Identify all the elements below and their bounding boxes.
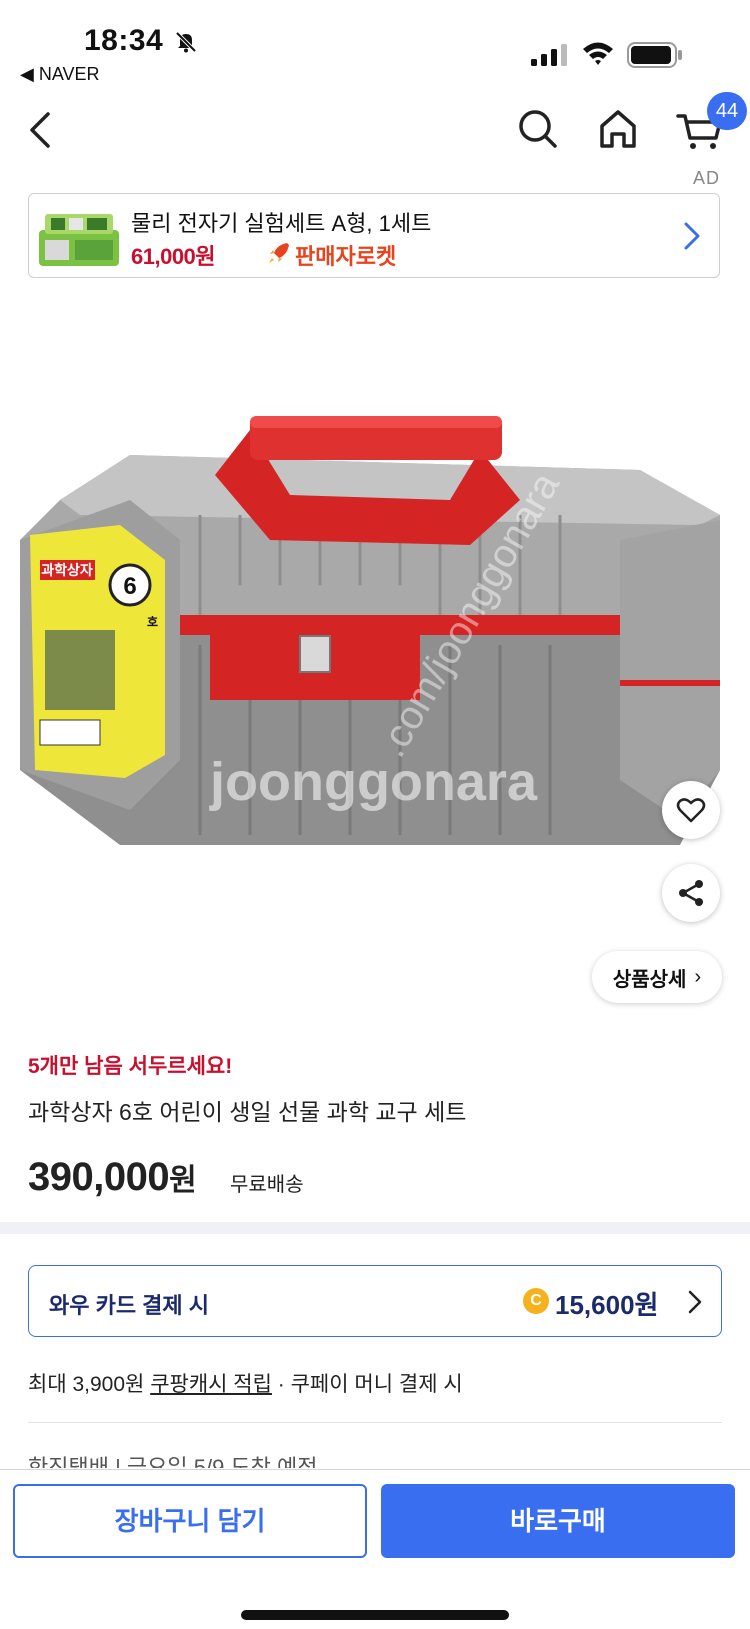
shipping-label: 무료배송 <box>230 1174 304 1196</box>
ad-product-price: 61,000원 <box>131 244 216 269</box>
bell-muted-icon <box>175 31 197 53</box>
ad-product-title: 물리 전자기 실험세트 A형, 1세트 <box>131 211 432 236</box>
buy-now-button[interactable]: 바로구매 <box>381 1484 735 1558</box>
share-button[interactable] <box>662 864 720 922</box>
wow-card-amount: 15,600원 <box>555 1290 659 1320</box>
cash-prefix: 최대 3,900원 <box>28 1373 151 1396</box>
back-chevron-icon[interactable] <box>22 106 62 154</box>
cart-count-badge: 44 <box>707 92 747 130</box>
price-value: 390,000 <box>28 1155 170 1199</box>
watermark-text: joonggonara <box>209 752 538 812</box>
delivery-info: 한진택배 | 금요일 5/9 도착 예정 <box>28 1455 318 1468</box>
cash-reward-info: 최대 3,900원 쿠팡캐시 적립 · 쿠페이 머니 결제 시 <box>28 1368 463 1398</box>
wifi-icon <box>583 42 613 65</box>
chevron-right-icon: › <box>694 965 702 988</box>
add-to-cart-button[interactable]: 장바구니 담기 <box>13 1484 367 1558</box>
coupang-cash-link[interactable]: 쿠팡캐시 적립 <box>150 1373 272 1396</box>
divider <box>28 1422 722 1423</box>
ad-label: AD <box>692 168 720 188</box>
home-icon[interactable] <box>596 104 640 152</box>
price-unit: 원 <box>169 1164 197 1197</box>
rocket-icon <box>269 243 289 263</box>
back-to-app-link[interactable]: ◀ NAVER <box>20 64 100 85</box>
status-time: 18:34 <box>84 24 164 57</box>
product-detail-label: 상품상세 <box>612 968 687 991</box>
wow-card-label: 와우 카드 결제 시 <box>49 1293 210 1318</box>
coin-icon: C <box>523 1288 549 1314</box>
box-label-suffix: 호 <box>147 615 158 629</box>
heart-icon <box>676 798 706 823</box>
bottom-action-bar: 장바구니 담기 바로구매 <box>0 1469 750 1629</box>
seller-rocket-badge: 판매자로켓 <box>295 244 397 269</box>
top-nav <box>0 92 750 176</box>
chevron-right-icon <box>688 1290 702 1314</box>
section-divider <box>0 1222 750 1234</box>
search-icon[interactable] <box>516 104 560 152</box>
ad-banner[interactable]: 물리 전자기 실험세트 A형, 1세트 61,000원 판매자로켓 <box>28 193 720 278</box>
box-label-number: 6 <box>123 573 136 600</box>
box-label-title: 과학상자 <box>41 562 93 578</box>
wishlist-button[interactable] <box>662 781 720 839</box>
product-detail-button[interactable]: 상품상세 › <box>592 951 722 1003</box>
battery-icon <box>627 42 682 68</box>
stock-notice: 5개만 남음 서두르세요! <box>28 1055 233 1078</box>
ad-product-thumbnail <box>39 214 119 266</box>
product-image[interactable]: 과학상자 6 호 joonggonara .com/joonggonara <box>0 300 750 1000</box>
cellular-signal-icon <box>531 44 567 66</box>
product-name: 과학상자 6호 어린이 생일 선물 과학 교구 세트 <box>28 1099 467 1125</box>
status-bar: 18:34 ◀ NAVER <box>0 0 750 92</box>
share-icon <box>679 880 703 906</box>
home-indicator <box>241 1610 509 1620</box>
chevron-right-icon <box>684 222 700 250</box>
toolbox-illustration: 과학상자 6 호 joonggonara .com/joonggonara <box>20 416 720 845</box>
wow-card-promo[interactable]: 와우 카드 결제 시 C 15,600원 <box>28 1265 722 1337</box>
cash-suffix: · 쿠페이 머니 결제 시 <box>271 1373 463 1396</box>
product-price: 390,000원 <box>28 1155 197 1200</box>
